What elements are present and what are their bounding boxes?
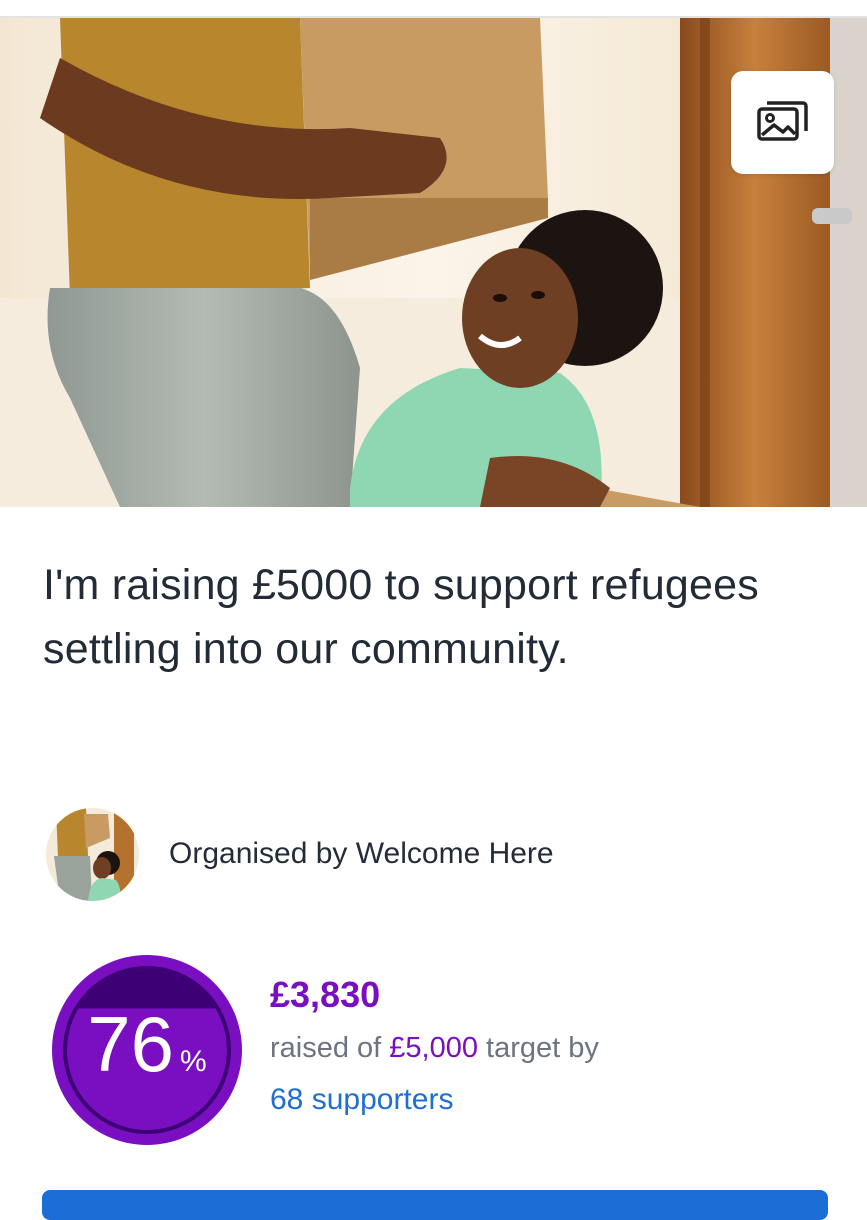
progress-percent: 76%	[52, 955, 242, 1145]
page-title: I'm raising £5000 to support refugees se…	[43, 561, 759, 673]
progress-ring: 76%	[52, 955, 242, 1145]
donate-button[interactable]	[42, 1190, 828, 1220]
target-amount: £5,000	[389, 1032, 478, 1064]
gallery-button[interactable]	[731, 71, 834, 174]
raised-target-line: raised of £5,000 target by	[270, 1032, 599, 1065]
raised-suffix: target by	[478, 1032, 599, 1064]
organiser-avatar[interactable]	[46, 807, 139, 901]
supporters-link[interactable]: 68 supporters	[270, 1083, 453, 1117]
percent-symbol: %	[180, 1045, 207, 1078]
raised-amount: £3,830	[270, 974, 381, 1015]
organiser[interactable]: Organised by Welcome Here	[46, 806, 554, 902]
progress-percent-value: 76	[87, 999, 175, 1088]
hero-image	[0, 18, 867, 507]
organiser-name[interactable]: Organised by Welcome Here	[169, 837, 554, 871]
raised-prefix: raised of	[270, 1032, 390, 1064]
top-bar	[0, 0, 867, 18]
image-gallery-icon	[756, 100, 808, 141]
